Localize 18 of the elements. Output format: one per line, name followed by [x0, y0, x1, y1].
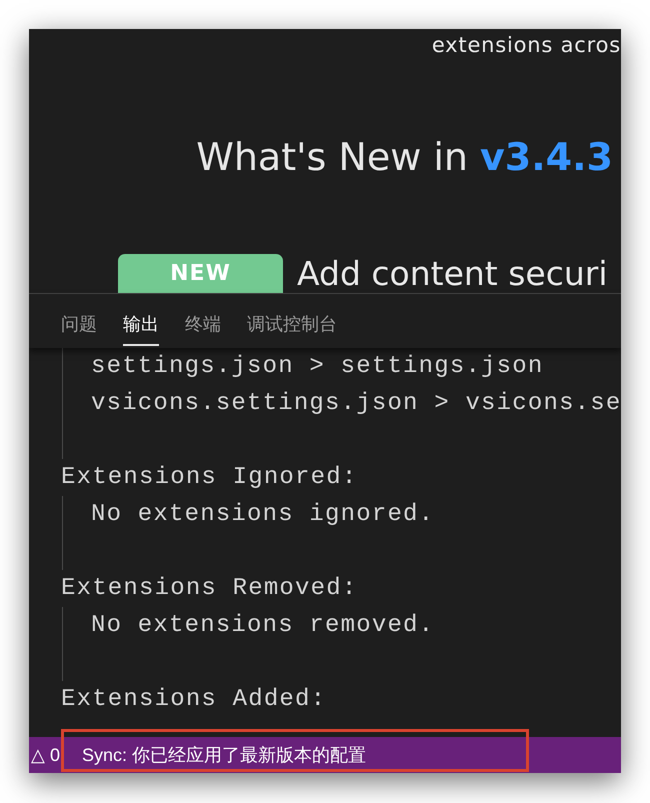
panel-tab[interactable]: 输出 [123, 300, 159, 346]
output-line: No extensions removed. [91, 611, 436, 641]
output-line: settings.json > settings.json [91, 352, 544, 382]
output-heading: Extensions Added: [61, 685, 328, 715]
output-line: No extensions ignored. [91, 500, 436, 530]
panel-tab[interactable]: 终端 [185, 300, 221, 346]
intro-text: extensions acros [432, 33, 621, 57]
panel-tab[interactable]: 调试控制台 [247, 300, 337, 346]
new-badge: NEW [118, 254, 283, 293]
sync-message[interactable]: Sync: 你已经应用了最新版本的配置 [82, 743, 366, 767]
output-heading: Extensions Removed: [61, 574, 358, 604]
output-heading: Extensions Ignored: [61, 463, 358, 493]
output-line: vsicons.settings.json > vsicons.se [91, 389, 621, 419]
changelog-item: Add content securi [297, 254, 608, 293]
panel-tab[interactable]: 问题 [61, 300, 97, 346]
heading: What's New in [196, 135, 468, 179]
version-number: v3.4.3 [480, 135, 613, 179]
problems-count[interactable]: △ 0 [31, 744, 60, 766]
